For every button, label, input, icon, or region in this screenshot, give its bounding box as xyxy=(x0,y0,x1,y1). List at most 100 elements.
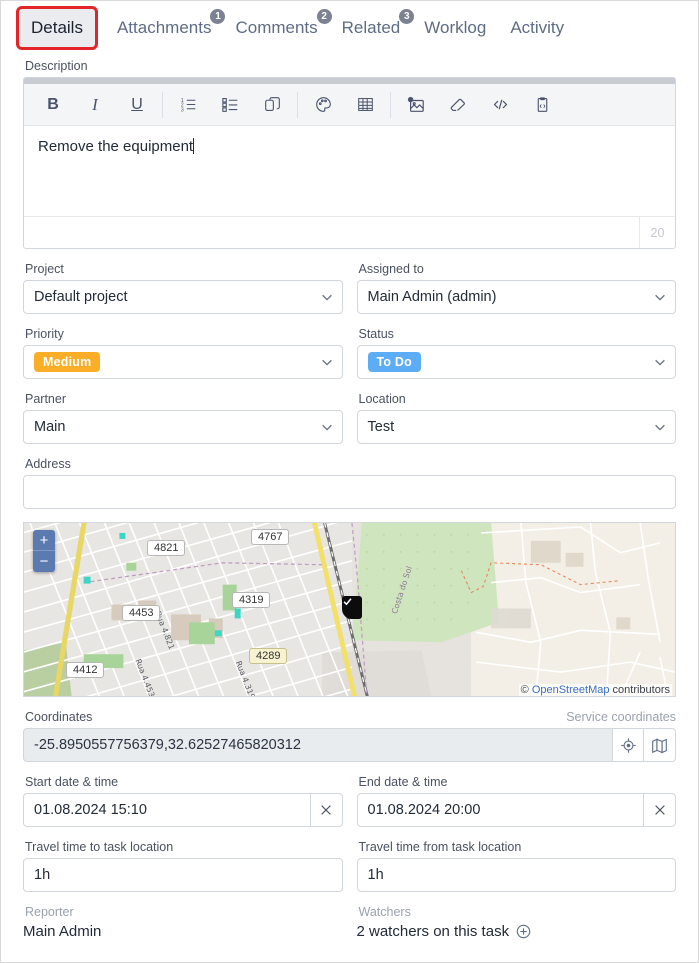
project-value: Default project xyxy=(34,289,128,305)
map-task-marker[interactable] xyxy=(342,596,362,619)
code-icon[interactable] xyxy=(479,84,521,126)
end-date-value: 01.08.2024 20:00 xyxy=(367,802,481,818)
check-icon xyxy=(343,598,352,606)
add-watcher-icon[interactable] xyxy=(516,924,531,939)
end-date-input[interactable]: 01.08.2024 20:00 xyxy=(356,793,643,827)
location-label: Location xyxy=(358,392,406,406)
road-shield-4821: 4821 xyxy=(147,540,186,556)
task-details-panel: Details Attachments 1 Comments 2 Related… xyxy=(0,0,699,963)
address-input[interactable] xyxy=(23,475,676,509)
coordinates-label: Coordinates xyxy=(25,710,93,724)
travel-from-input[interactable]: 1h xyxy=(356,858,676,892)
date-range-row: Start date & time 01.08.2024 15:10 End d… xyxy=(23,775,676,827)
underline-icon[interactable]: U xyxy=(116,84,158,126)
tab-bar: Details Attachments 1 Comments 2 Related… xyxy=(1,1,698,59)
chevron-down-icon xyxy=(321,359,332,366)
attribution-prefix: © xyxy=(520,684,532,696)
partner-location-row: Partner Main Location Test xyxy=(23,392,676,444)
map-zoom-out-button[interactable]: − xyxy=(33,551,55,572)
ordered-list-icon[interactable]: 1 2 3 xyxy=(167,84,209,126)
status-select[interactable]: To Do xyxy=(356,345,676,379)
assigned-to-label: Assigned to xyxy=(358,262,424,276)
color-palette-icon[interactable] xyxy=(302,84,344,126)
character-counter: 20 xyxy=(639,217,675,248)
location-map[interactable]: Rua 4.821 Rua 4.453 Rua 4.319 Costa do S… xyxy=(23,522,676,697)
end-date-label: End date & time xyxy=(358,775,448,789)
coordinates-input[interactable]: -25.8950557756379,32.62527465820312 xyxy=(23,728,612,762)
end-date-group: End date & time 01.08.2024 20:00 xyxy=(356,775,676,827)
service-coordinates-link[interactable]: Service coordinates xyxy=(566,710,676,724)
location-value: Test xyxy=(367,419,395,435)
priority-badge: Medium xyxy=(34,352,101,372)
close-icon xyxy=(321,805,331,815)
status-label: Status xyxy=(358,327,394,341)
travel-to-group: Travel time to task location 1h xyxy=(23,840,343,892)
chevron-down-icon xyxy=(655,424,665,431)
road-shield-4319: 4319 xyxy=(232,592,271,608)
priority-select[interactable]: Medium xyxy=(23,345,343,379)
travel-from-label: Travel time from task location xyxy=(358,840,522,854)
start-date-value: 01.08.2024 15:10 xyxy=(34,802,147,818)
reporter-label: Reporter xyxy=(25,905,74,919)
bold-icon[interactable]: B xyxy=(32,84,74,126)
description-label: Description xyxy=(25,59,88,73)
toolbar-separator xyxy=(297,91,298,118)
partner-value: Main xyxy=(34,419,66,435)
tab-related[interactable]: Related 3 xyxy=(330,9,415,47)
end-date-clear-button[interactable] xyxy=(643,793,676,827)
location-select[interactable]: Test xyxy=(356,410,676,444)
priority-label: Priority xyxy=(25,327,64,341)
assigned-to-select[interactable]: Main Admin (admin) xyxy=(356,280,676,314)
chevron-down-icon xyxy=(655,294,665,301)
assigned-to-group: Assigned to Main Admin (admin) xyxy=(356,262,676,314)
open-map-button[interactable] xyxy=(644,728,676,762)
tab-worklog[interactable]: Worklog xyxy=(412,9,498,47)
map-attribution: © OpenStreetMap contributors xyxy=(518,684,672,696)
insert-image-icon[interactable] xyxy=(395,84,437,126)
tab-attachments[interactable]: Attachments 1 xyxy=(105,9,226,47)
description-text-area[interactable]: Remove the equipment xyxy=(24,126,675,216)
partner-select[interactable]: Main xyxy=(23,410,343,444)
editor-toolbar: B I U 1 2 3 xyxy=(24,84,675,126)
project-select[interactable]: Default project xyxy=(23,280,343,314)
description-group: Description B I U 1 2 3 Remove the equip… xyxy=(23,59,676,249)
start-date-label: Start date & time xyxy=(25,775,119,789)
link-icon[interactable] xyxy=(251,84,293,126)
tab-activity[interactable]: Activity xyxy=(498,9,576,47)
watchers-value: 2 watchers on this task xyxy=(356,923,510,940)
openstreetmap-link[interactable]: OpenStreetMap xyxy=(532,684,610,696)
start-date-field: 01.08.2024 15:10 xyxy=(23,793,343,827)
assigned-to-value: Main Admin (admin) xyxy=(367,289,497,305)
road-shield-4289: 4289 xyxy=(249,648,288,664)
partner-label: Partner xyxy=(25,392,66,406)
tab-details[interactable]: Details xyxy=(19,9,95,47)
chevron-down-icon xyxy=(321,424,332,431)
start-date-clear-button[interactable] xyxy=(309,793,343,827)
travel-to-value: 1h xyxy=(34,867,51,883)
text-caret xyxy=(193,138,195,154)
italic-icon[interactable]: I xyxy=(74,84,116,126)
project-assignee-row: Project Default project Assigned to Main… xyxy=(23,262,676,314)
chevron-down-icon xyxy=(655,359,665,366)
map-zoom-in-button[interactable]: + xyxy=(33,530,55,551)
start-date-input[interactable]: 01.08.2024 15:10 xyxy=(23,793,310,827)
travel-to-input[interactable]: 1h xyxy=(23,858,343,892)
bullet-list-icon[interactable] xyxy=(209,84,251,126)
attribution-suffix: contributors xyxy=(609,684,670,696)
table-icon[interactable] xyxy=(344,84,386,126)
close-icon xyxy=(654,805,665,815)
chevron-down-icon xyxy=(321,294,332,301)
address-group: Address xyxy=(23,457,676,509)
reporter-group: Reporter Main Admin xyxy=(23,905,343,940)
tab-label: Comments xyxy=(235,18,318,37)
partner-group: Partner Main xyxy=(23,392,343,444)
paste-code-icon[interactable] xyxy=(521,84,563,126)
tab-label: Worklog xyxy=(424,18,487,37)
tab-label: Details xyxy=(31,18,83,37)
locate-me-button[interactable] xyxy=(612,728,644,762)
tab-comments[interactable]: Comments 2 xyxy=(223,9,332,47)
description-editor: B I U 1 2 3 Remove the equipment 20 xyxy=(23,77,676,249)
description-text: Remove the equipment xyxy=(38,138,194,155)
clear-formatting-icon[interactable] xyxy=(437,84,479,126)
svg-text:3: 3 xyxy=(180,107,183,113)
